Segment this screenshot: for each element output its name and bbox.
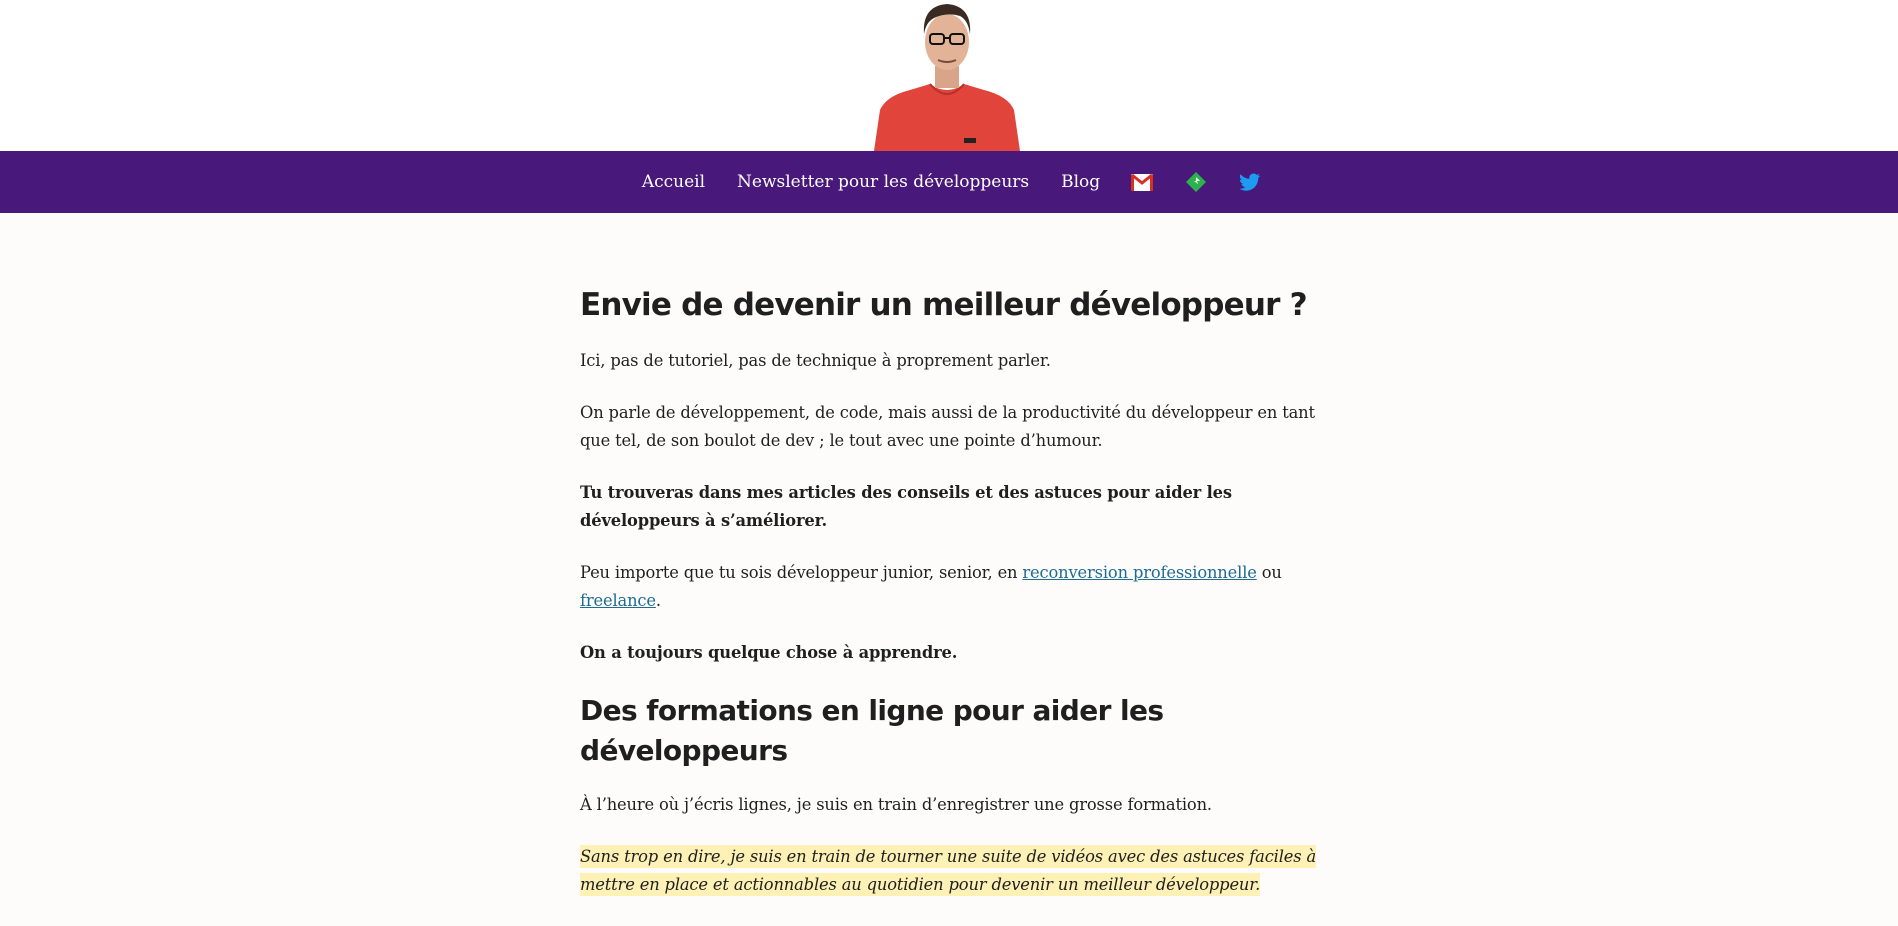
- learning-paragraph: On a toujours quelque chose à apprendre.: [580, 643, 958, 662]
- audience-text-middle: ou: [1256, 563, 1282, 582]
- highlighted-paragraph: Sans trop en dire, je suis en train de t…: [580, 843, 1320, 899]
- main-nav: Accueil Newsletter pour les développeurs…: [0, 151, 1898, 213]
- intro-paragraph: Ici, pas de tutoriel, pas de technique à…: [580, 351, 1051, 370]
- feedly-icon[interactable]: [1184, 171, 1208, 193]
- nav-blog[interactable]: Blog: [1061, 172, 1100, 192]
- audience-text-end: .: [655, 591, 661, 610]
- formation-paragraph: À l’heure où j’écris lignes, je suis en …: [580, 795, 1212, 814]
- page-title: Envie de devenir un meilleur développeur…: [580, 287, 1308, 323]
- audience-paragraph: Peu importe que tu sois développeur juni…: [580, 559, 1320, 615]
- nav-accueil[interactable]: Accueil: [642, 172, 705, 192]
- twitter-icon[interactable]: [1238, 171, 1262, 193]
- nav-newsletter[interactable]: Newsletter pour les développeurs: [737, 172, 1029, 192]
- highlighted-text: Sans trop en dire, je suis en train de t…: [580, 845, 1317, 896]
- link-freelance[interactable]: freelance: [580, 591, 656, 610]
- main-content: Envie de devenir un meilleur développeur…: [580, 270, 1320, 923]
- description-paragraph: On parle de développement, de code, mais…: [580, 403, 1315, 450]
- section-title-formations: Des formations en ligne pour aider les d…: [580, 694, 1164, 767]
- social-links: [1130, 171, 1262, 193]
- author-photo: [874, 4, 1020, 151]
- gmail-icon[interactable]: [1130, 171, 1154, 193]
- articles-paragraph: Tu trouveras dans mes articles des conse…: [580, 483, 1232, 530]
- site-header: [0, 0, 1898, 151]
- link-reconversion[interactable]: reconversion professionnelle: [1022, 563, 1256, 582]
- audience-text-start: Peu importe que tu sois développeur juni…: [580, 563, 1023, 582]
